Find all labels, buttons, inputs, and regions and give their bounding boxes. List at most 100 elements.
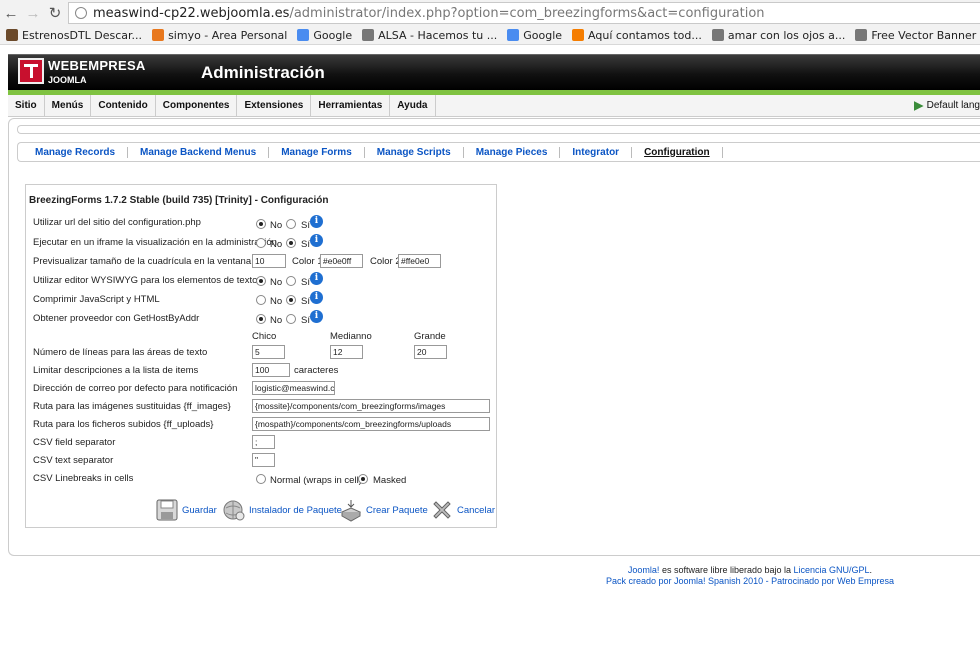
bookmark-favicon-icon	[855, 29, 868, 41]
bookmark-favicon-icon	[572, 29, 585, 41]
info-icon[interactable]: i	[310, 234, 323, 247]
info-icon[interactable]: i	[310, 291, 323, 304]
tab-integrator[interactable]: Integrator	[560, 146, 633, 158]
radio-linebreak-masked[interactable]	[358, 474, 368, 484]
menu-menus[interactable]: Menús	[45, 95, 92, 117]
tab-manage-backend-menus[interactable]: Manage Backend Menus	[128, 146, 270, 158]
bookmark-item[interactable]: Aquí contamos tod...	[572, 29, 702, 42]
info-icon[interactable]: i	[310, 310, 323, 323]
menu-herramientas[interactable]: Herramientas	[311, 95, 391, 117]
color1-input[interactable]: #e0e0ff	[320, 254, 363, 268]
menu-contenido[interactable]: Contenido	[91, 95, 156, 117]
configuration-form: BreezingForms 1.7.2 Stable (build 735) […	[25, 184, 497, 528]
label-csv-field-sep: CSV field separator	[33, 437, 116, 448]
bookmark-favicon-icon	[152, 29, 165, 41]
default-language[interactable]: Default lang	[913, 95, 980, 117]
cancel-x-icon	[433, 501, 451, 519]
color1-label: Color 1	[292, 256, 323, 267]
info-icon[interactable]: i	[310, 272, 323, 285]
images-path-input[interactable]: {mossite}/components/com_breezingforms/i…	[252, 399, 490, 413]
radio-label-no: No	[270, 277, 283, 288]
radio-compress-si[interactable]	[286, 295, 296, 305]
menu-ayuda[interactable]: Ayuda	[390, 95, 436, 117]
radio-label-no: No	[270, 315, 283, 326]
bookmark-item[interactable]: ALSA - Hacemos tu ...	[362, 29, 497, 42]
menu-componentes[interactable]: Componentes	[156, 95, 238, 117]
bookmark-label: Google	[523, 28, 563, 42]
footer-line-1: Joomla! es software libre liberado bajo …	[0, 565, 980, 576]
csv-text-sep-input[interactable]: "	[252, 453, 275, 467]
admin-header: WEBEMPRESA JOOMLA Administración	[8, 54, 980, 90]
tab-configuration[interactable]: Configuration	[632, 146, 723, 158]
notify-email-input[interactable]: logistic@measwind.co	[252, 381, 335, 395]
color2-input[interactable]: #ffe0e0	[398, 254, 441, 268]
bookmark-item[interactable]: EstrenosDTL Descar...	[6, 29, 142, 42]
footer-line-2[interactable]: Pack creado por Joomla! Spanish 2010 - P…	[0, 576, 980, 587]
bookmark-favicon-icon	[6, 29, 18, 41]
label-desc-limit: Limitar descripciones a la lista de item…	[33, 365, 199, 376]
info-icon[interactable]: i	[310, 215, 323, 228]
uploads-path-input[interactable]: {mospath}/components/com_breezingforms/u…	[252, 417, 490, 431]
radio-label-no: No	[270, 239, 283, 250]
footer-text: es software libre liberado bajo la	[659, 565, 794, 575]
bookmark-item[interactable]: simyo - Area Personal	[152, 29, 287, 42]
package-installer-button[interactable]: Instalador de Paquete	[222, 498, 342, 522]
lines-chico-input[interactable]: 5	[252, 345, 285, 359]
bookmark-item[interactable]: Google	[507, 29, 562, 42]
radio-label-no: No	[270, 220, 283, 231]
tab-manage-scripts[interactable]: Manage Scripts	[365, 146, 464, 158]
bookmark-item[interactable]: Free Vector Banner -...	[855, 29, 980, 42]
csv-field-sep-input[interactable]: ;	[252, 435, 275, 449]
tab-manage-pieces[interactable]: Manage Pieces	[464, 146, 561, 158]
reload-icon[interactable]: ↻	[44, 2, 66, 24]
tab-manage-records[interactable]: Manage Records	[18, 146, 129, 158]
bookmark-item[interactable]: Google	[297, 29, 352, 42]
menu-extensiones[interactable]: Extensiones	[237, 95, 312, 117]
bookmark-item[interactable]: amar con los ojos a...	[711, 28, 846, 42]
package-icon	[340, 500, 362, 522]
radio-site-url-si[interactable]	[286, 219, 296, 229]
linebreak-normal-label: Normal (wraps in cell)	[270, 475, 362, 486]
joomla-link[interactable]: Joomla!	[628, 565, 660, 575]
tab-manage-forms[interactable]: Manage Forms	[269, 146, 365, 158]
floppy-disk-icon	[156, 499, 178, 521]
radio-gethost-si[interactable]	[286, 314, 296, 324]
forward-arrow-icon[interactable]: →	[22, 2, 44, 24]
size-label-mediano: Medianno	[330, 331, 372, 342]
bookmark-label: Free Vector Banner -...	[871, 28, 980, 42]
menu-sitio[interactable]: Sitio	[8, 95, 45, 117]
form-title: BreezingForms 1.7.2 Stable (build 735) […	[29, 195, 329, 206]
radio-label-si: Sí	[301, 296, 310, 307]
page-title: Administración	[201, 63, 325, 82]
radio-compress-no[interactable]	[256, 295, 266, 305]
bookmark-favicon-icon	[297, 29, 310, 41]
footer: Joomla! es software libre liberado bajo …	[0, 565, 980, 587]
label-csv-linebreaks: CSV Linebreaks in cells	[33, 473, 134, 484]
label-compress: Comprimir JavaScript y HTML	[33, 294, 160, 305]
cancel-button[interactable]: Cancelar	[430, 498, 495, 522]
lines-grande-input[interactable]: 20	[414, 345, 447, 359]
radio-iframe-si[interactable]	[286, 238, 296, 248]
toolbar-strip	[17, 125, 980, 134]
save-button[interactable]: Guardar	[155, 498, 217, 522]
license-link[interactable]: Licencia GNU/GPL	[794, 565, 870, 575]
url-bar[interactable]: measwind-cp22.webjoomla.es/administrator…	[68, 2, 980, 24]
radio-linebreak-normal[interactable]	[256, 474, 266, 484]
radio-wysiwyg-no[interactable]	[256, 276, 266, 286]
create-package-button[interactable]: Crear Paquete	[339, 498, 428, 522]
label-notify-email: Dirección de correo por defecto para not…	[33, 383, 238, 394]
label-gethostbyaddr: Obtener proveedor con GetHostByAddr	[33, 313, 200, 324]
bookmark-label: Aquí contamos tod...	[588, 28, 702, 42]
cancel-label: Cancelar	[457, 504, 496, 516]
back-arrow-icon[interactable]: ←	[0, 2, 22, 24]
radio-iframe-no[interactable]	[256, 238, 266, 248]
lines-mediano-input[interactable]: 12	[330, 345, 363, 359]
radio-site-url-no[interactable]	[256, 219, 266, 229]
bookmark-label: amar con los ojos a...	[727, 28, 846, 42]
desc-limit-input[interactable]: 100	[252, 363, 290, 377]
language-icon	[913, 101, 924, 111]
site-info-icon[interactable]	[75, 7, 87, 19]
grid-size-input[interactable]: 10	[252, 254, 286, 268]
radio-gethost-no[interactable]	[256, 314, 266, 324]
radio-wysiwyg-si[interactable]	[286, 276, 296, 286]
